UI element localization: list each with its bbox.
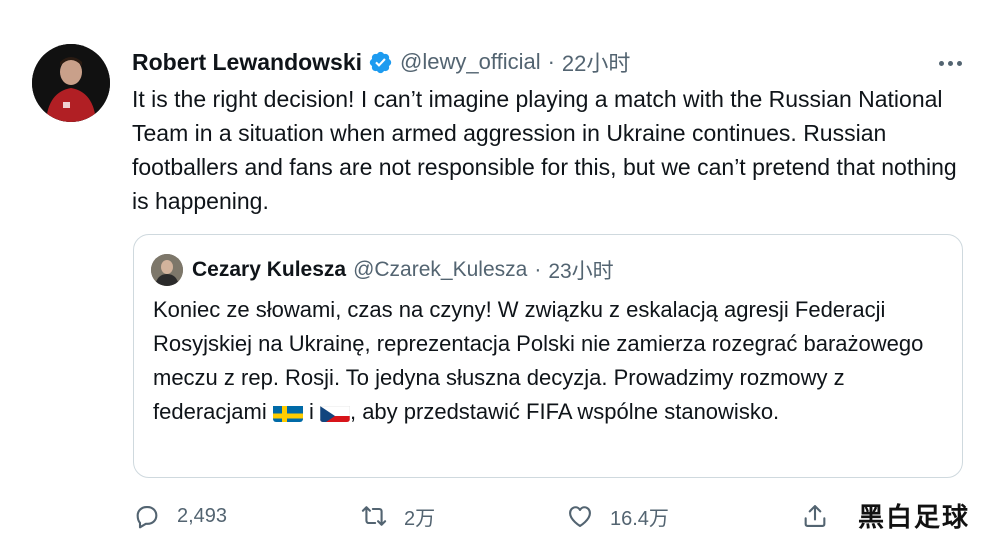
author-handle[interactable]: @lewy_official xyxy=(400,49,541,75)
reply-icon xyxy=(136,505,158,529)
like-button[interactable]: 16.4万 xyxy=(566,496,669,536)
action-bar: 2,493 2万 16.4万 xyxy=(0,496,1000,536)
author-name[interactable]: Robert Lewandowski xyxy=(132,49,362,76)
quoted-tweet-text: Koniec ze słowami, czas na czyny! W zwią… xyxy=(153,293,953,429)
more-options-icon[interactable] xyxy=(930,50,970,76)
retweet-count: 2万 xyxy=(404,507,436,530)
retweet-button[interactable]: 2万 xyxy=(360,496,435,536)
quoted-text-part2: , aby przedstawić FIFA wspólne stanowisk… xyxy=(349,399,780,424)
quoted-author-avatar xyxy=(151,254,183,286)
author-avatar[interactable] xyxy=(32,44,110,122)
like-count: 16.4万 xyxy=(610,507,669,530)
quoted-tweet[interactable]: Cezary Kulesza @Czarek_Kulesza · 23小时 Ko… xyxy=(133,234,963,478)
share-icon xyxy=(804,505,826,527)
retweet-icon xyxy=(361,506,387,526)
share-button[interactable] xyxy=(801,496,829,536)
tweet-text: It is the right decision! I can’t imagin… xyxy=(132,86,957,214)
dot-separator: · xyxy=(534,258,542,281)
verified-badge-icon xyxy=(368,50,393,75)
reply-button[interactable]: 2,493 xyxy=(133,496,227,536)
czech-flag-icon xyxy=(319,402,350,422)
heart-icon xyxy=(569,506,591,527)
tweet-time[interactable]: 22小时 xyxy=(562,46,630,78)
dot-separator: · xyxy=(547,49,555,74)
sweden-flag-icon xyxy=(272,402,303,422)
quoted-text-mid: i xyxy=(302,399,320,424)
tweet: Robert Lewandowski @lewy_official · 22小时… xyxy=(0,0,1000,548)
watermark-logo: 黑白足球 xyxy=(852,497,977,533)
quoted-author-handle: @Czarek_Kulesza xyxy=(353,258,528,281)
quoted-author-name: Cezary Kulesza xyxy=(192,258,347,281)
quoted-tweet-header: Cezary Kulesza @Czarek_Kulesza · 23小时 xyxy=(151,254,614,286)
reply-count: 2,493 xyxy=(177,504,228,527)
quoted-tweet-time: 23小时 xyxy=(548,260,614,283)
tweet-header: Robert Lewandowski @lewy_official · 22小时 xyxy=(132,46,630,78)
